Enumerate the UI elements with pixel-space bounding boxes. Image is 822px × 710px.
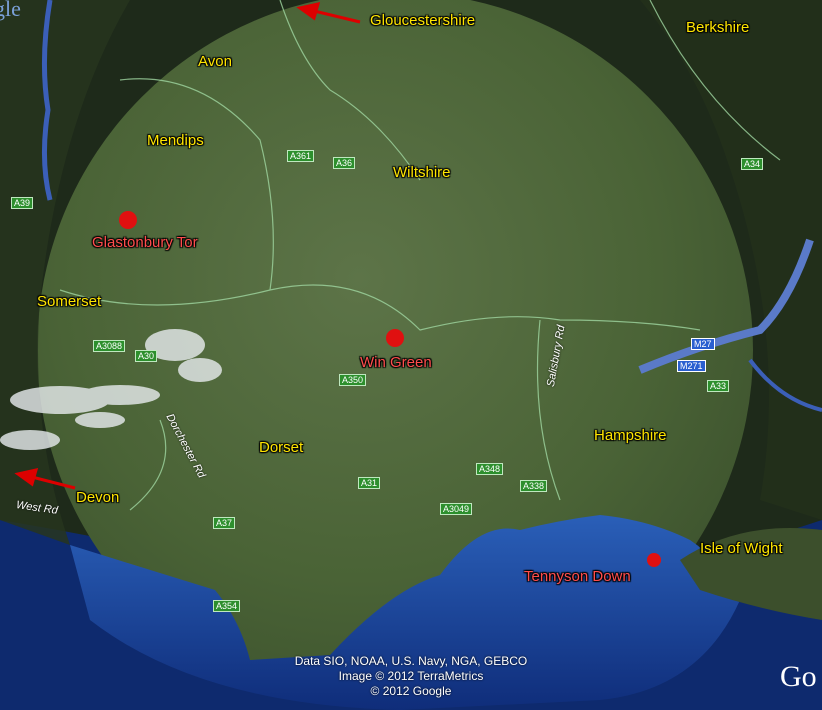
label-win-green: Win Green — [360, 354, 432, 371]
map-view[interactable]: Gloucestershire Berkshire Avon Mendips W… — [0, 0, 822, 710]
label-mendips: Mendips — [147, 132, 204, 149]
label-isle-of-wight: Isle of Wight — [700, 540, 783, 557]
road-a34: A34 — [741, 158, 764, 170]
road-a33: A33 — [707, 380, 730, 392]
road-a338: A338 — [520, 480, 548, 492]
road-a361: A361 — [287, 150, 315, 162]
google-logo: Go — [780, 660, 817, 693]
credit-data: Data SIO, NOAA, U.S. Navy, NGA, GEBCO — [294, 654, 528, 668]
label-avon: Avon — [198, 53, 232, 70]
label-somerset: Somerset — [37, 293, 102, 310]
road-a3049: A3049 — [440, 503, 473, 515]
label-dorset: Dorset — [259, 439, 304, 456]
label-hampshire: Hampshire — [594, 427, 667, 444]
road-a37: A37 — [213, 517, 236, 529]
road-a3088: A3088 — [93, 340, 126, 352]
road-a354: A354 — [213, 600, 241, 612]
marker-glastonbury-tor[interactable] — [119, 211, 137, 229]
road-a348: A348 — [476, 463, 504, 475]
road-m271: M271 — [677, 360, 706, 372]
label-glastonbury-tor: Glastonbury Tor — [92, 234, 198, 251]
label-wiltshire: Wiltshire — [393, 164, 451, 181]
credit-image: Image © 2012 TerraMetrics — [338, 669, 484, 683]
credit-google: © 2012 Google — [370, 684, 452, 698]
road-a30: A30 — [135, 350, 158, 362]
road-a350: A350 — [339, 374, 367, 386]
label-gloucestershire: Gloucestershire — [370, 12, 476, 29]
road-a31: A31 — [358, 477, 381, 489]
google-logo-partial: gle — [0, 0, 21, 21]
marker-win-green[interactable] — [386, 329, 404, 347]
label-devon: Devon — [76, 489, 120, 506]
road-a39: A39 — [11, 197, 34, 209]
marker-tennyson-down[interactable] — [647, 553, 661, 567]
label-tennyson-down: Tennyson Down — [524, 568, 631, 585]
road-m27: M27 — [691, 338, 715, 350]
road-a36: A36 — [333, 157, 356, 169]
label-berkshire: Berkshire — [686, 19, 750, 36]
